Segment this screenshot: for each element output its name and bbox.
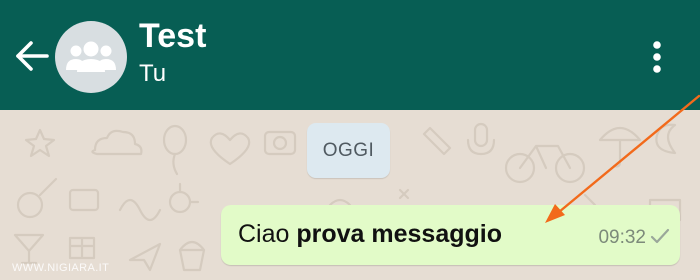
arrow-left-icon [16, 41, 49, 71]
more-vert-icon [653, 41, 661, 73]
chat-info[interactable]: Test Tu [139, 16, 206, 88]
message-bubble-outgoing[interactable]: Ciao prova messaggio 09:32 [221, 205, 680, 265]
chat-title: Test [139, 17, 207, 55]
message-time: 09:32 [598, 227, 646, 248]
avatar[interactable] [55, 21, 127, 93]
date-label: OGGI [322, 139, 375, 161]
group-icon [66, 41, 116, 72]
date-separator: OGGI [307, 123, 390, 178]
menu-button[interactable] [640, 34, 674, 80]
check-icon [650, 228, 670, 244]
message-text-regular: Ciao [238, 220, 297, 248]
watermark-text: WWW.NIGIARA.IT [12, 262, 110, 274]
message-text-bold: prova messaggio [296, 220, 503, 248]
chat-header: Test Tu [0, 0, 700, 110]
chat-subtitle: Tu [139, 60, 167, 87]
message-text: Ciao prova messaggio [238, 219, 502, 249]
back-button[interactable] [10, 36, 54, 76]
chat-area[interactable]: OGGI Ciao prova messaggio 09:32 [0, 110, 700, 280]
